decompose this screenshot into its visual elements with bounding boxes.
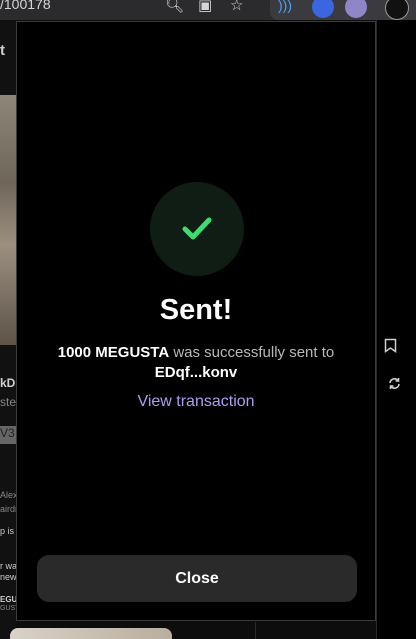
modal-title: Sent! [159,294,233,326]
bg-text: p is [0,526,15,536]
close-button[interactable]: Close [37,555,357,602]
success-badge [150,182,244,276]
repost-icon[interactable] [387,376,402,395]
address-bar-url[interactable]: /100178 [0,0,51,12]
bg-text: airdr [0,504,16,514]
extension-icon-1[interactable]: ))) [278,0,300,18]
extension-icon-2[interactable] [312,0,334,18]
bg-text: new [0,572,16,582]
bg-text: EGUS [0,595,16,604]
extensions-area: ))) [270,0,416,20]
bg-text: Alex [0,490,16,500]
bg-text: r wa [0,561,16,571]
background-page-right [376,20,416,639]
star-icon[interactable]: ☆ [230,0,243,16]
bg-text: kD [0,376,16,390]
phantom-extension-icon[interactable] [345,0,367,18]
divider [376,20,377,639]
view-transaction-link[interactable]: View transaction [17,393,375,411]
transaction-sent-modal: Sent! 1000 MEGUSTA was successfully sent… [16,21,376,621]
checkmark-icon [182,217,212,240]
browser-toolbar: /100178 🔍︎ ▣ ☆ ))) [0,0,416,20]
extension-icon-4[interactable] [385,0,409,20]
bg-text: GUSTA [0,605,16,612]
background-photo [0,95,16,345]
success-message: 1000 MEGUSTA was successfully sent to ED… [41,343,351,383]
bookmark-icon[interactable] [384,338,397,357]
cast-icon[interactable]: ▣ [198,0,212,16]
zoom-icon[interactable]: 🔍︎ [165,0,184,16]
background-page-left: t kD ste V3 Alex airdr p is r wa new EGU… [0,20,16,639]
recipient-address: EDqf...konv [154,364,238,381]
bg-text: t [0,42,5,59]
sent-amount: 1000 MEGUSTA [57,344,170,361]
background-photo-bottom [10,628,172,639]
divider [255,622,256,639]
message-text: was successfully sent to [173,344,335,361]
bg-text: V3 [0,426,16,444]
bg-text: ste [0,395,16,409]
